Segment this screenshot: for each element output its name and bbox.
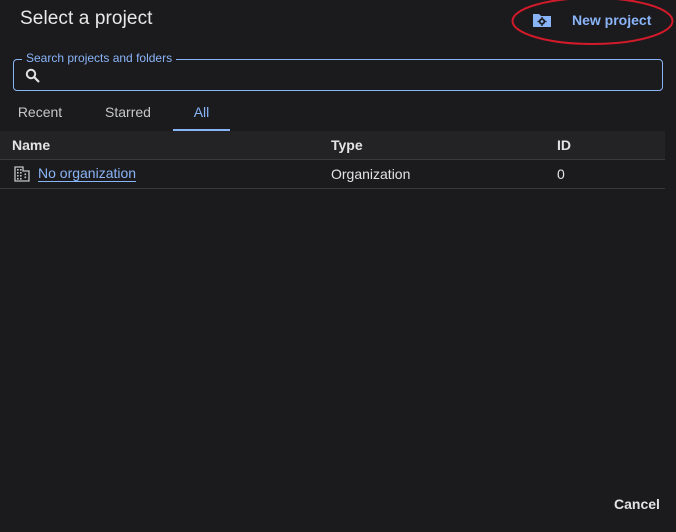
tab-bar: Recent Starred All [0,97,676,131]
tab-starred[interactable]: Starred [92,97,164,129]
search-input[interactable] [50,64,654,88]
search-field[interactable]: Search projects and folders [13,51,663,91]
search-label: Search projects and folders [22,51,177,65]
row-type: Organization [331,166,411,182]
cancel-button[interactable]: Cancel [605,496,669,518]
projects-table: Name Type ID No organization Organizatio… [0,131,665,189]
column-header-name[interactable]: Name [12,137,50,153]
column-header-type[interactable]: Type [331,137,363,153]
new-project-button[interactable]: New project [529,6,669,34]
search-icon [25,68,41,84]
organization-link[interactable]: No organization [38,165,136,181]
tab-all[interactable]: All [173,97,230,131]
column-header-id[interactable]: ID [557,137,571,153]
tab-recent[interactable]: Recent [8,97,72,129]
table-row[interactable]: No organization Organization 0 [0,160,665,189]
folder-settings-icon [531,10,553,30]
building-icon [14,166,30,182]
new-project-label: New project [572,12,652,28]
table-header: Name Type ID [0,131,665,160]
dialog-title: Select a project [20,8,153,29]
row-id: 0 [557,166,565,182]
